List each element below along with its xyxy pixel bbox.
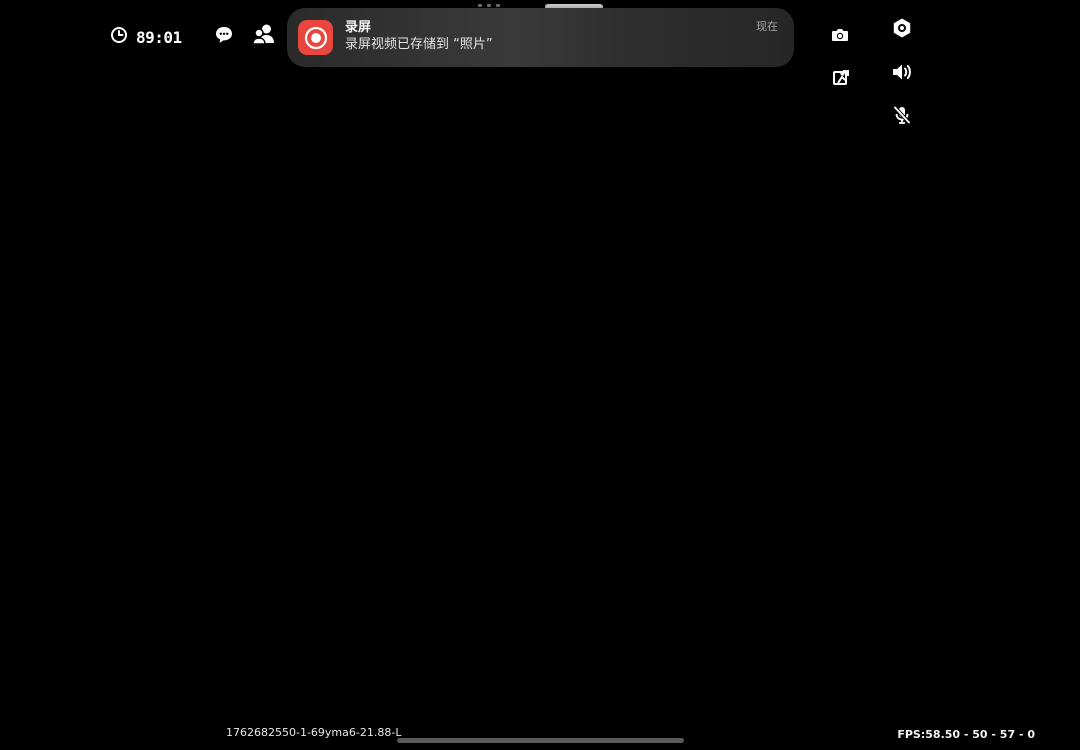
chat-bubble-icon	[214, 25, 234, 45]
mic-muted-icon	[892, 105, 912, 125]
users-icon	[252, 23, 276, 45]
screenshot-button[interactable]	[828, 23, 852, 47]
notification-time: 现在	[756, 20, 778, 33]
sound-button[interactable]	[890, 60, 914, 84]
chat-button[interactable]	[212, 23, 236, 47]
settings-button[interactable]	[890, 16, 914, 40]
speaker-icon	[891, 62, 913, 82]
fps-counter: FPS:58.50 - 50 - 57 - 0	[897, 728, 1035, 741]
clock-icon	[110, 26, 128, 48]
notification-body: 录屏视频已存储到 “照片”	[345, 37, 493, 52]
share-screen-icon	[832, 68, 850, 86]
mic-button[interactable]	[890, 103, 914, 127]
game-screen: 89:01 录屏 录屏视频已存储到 “照片” 现在 1762682550-1-6…	[0, 0, 1080, 750]
match-timer: 89:01	[110, 25, 182, 49]
share-screen-button[interactable]	[829, 65, 853, 89]
friends-button[interactable]	[252, 22, 276, 46]
home-indicator[interactable]	[397, 738, 684, 743]
screen-record-icon	[298, 20, 333, 55]
timer-text: 89:01	[136, 27, 182, 47]
notification-title: 录屏	[345, 20, 372, 35]
gear-icon	[891, 17, 913, 39]
build-id-text: 1762682550-1-69yma6-21.88-L	[226, 726, 402, 739]
screen-recording-notification[interactable]: 录屏 录屏视频已存储到 “照片” 现在	[287, 8, 794, 67]
camera-icon	[831, 27, 849, 43]
